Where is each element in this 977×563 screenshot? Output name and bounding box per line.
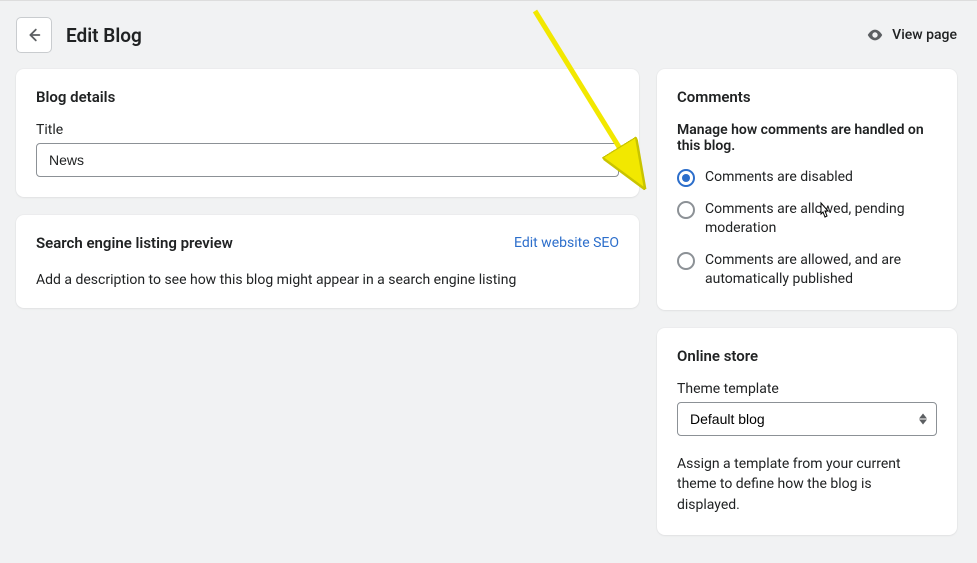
radio-label: Comments are allowed, and are automatica… — [705, 251, 937, 290]
comments-option-auto[interactable]: Comments are allowed, and are automatica… — [677, 251, 937, 290]
theme-label: Theme template — [677, 381, 937, 397]
blog-details-title: Blog details — [36, 88, 619, 106]
radio-icon — [677, 201, 695, 219]
view-page-label: View page — [892, 27, 957, 43]
seo-header: Search engine listing preview Edit websi… — [36, 234, 619, 252]
side-column: Comments Manage how comments are handled… — [657, 69, 957, 535]
title-input[interactable] — [36, 143, 619, 177]
online-store-card: Online store Theme template Default blog… — [657, 328, 957, 535]
view-page-link[interactable]: View page — [866, 26, 957, 44]
seo-card: Search engine listing preview Edit websi… — [16, 215, 639, 308]
theme-select[interactable]: Default blog — [677, 402, 937, 436]
comments-title: Comments — [677, 88, 937, 106]
back-button[interactable] — [16, 17, 52, 53]
page-header: Edit Blog View page — [0, 1, 977, 63]
radio-icon — [677, 169, 695, 187]
seo-description: Add a description to see how this blog m… — [36, 272, 619, 288]
header-left: Edit Blog — [16, 17, 142, 53]
radio-label: Comments are disabled — [705, 168, 853, 188]
comments-option-pending[interactable]: Comments are allowed, pending moderation — [677, 200, 937, 239]
theme-hint: Assign a template from your current them… — [677, 454, 937, 515]
arrow-left-icon — [25, 26, 43, 44]
blog-details-card: Blog details Title — [16, 69, 639, 197]
radio-label: Comments are allowed, pending moderation — [705, 200, 937, 239]
page-title: Edit Blog — [66, 24, 142, 47]
eye-icon — [866, 26, 884, 44]
online-store-title: Online store — [677, 347, 937, 365]
main-column: Blog details Title Search engine listing… — [16, 69, 639, 535]
comments-option-disabled[interactable]: Comments are disabled — [677, 168, 937, 188]
edit-seo-link[interactable]: Edit website SEO — [514, 235, 619, 251]
theme-select-wrap: Default blog — [677, 402, 937, 436]
comments-subheading: Manage how comments are handled on this … — [677, 122, 937, 154]
title-label: Title — [36, 122, 619, 138]
seo-title: Search engine listing preview — [36, 234, 233, 252]
comments-card: Comments Manage how comments are handled… — [657, 69, 957, 310]
layout: Blog details Title Search engine listing… — [0, 63, 977, 555]
radio-icon — [677, 252, 695, 270]
